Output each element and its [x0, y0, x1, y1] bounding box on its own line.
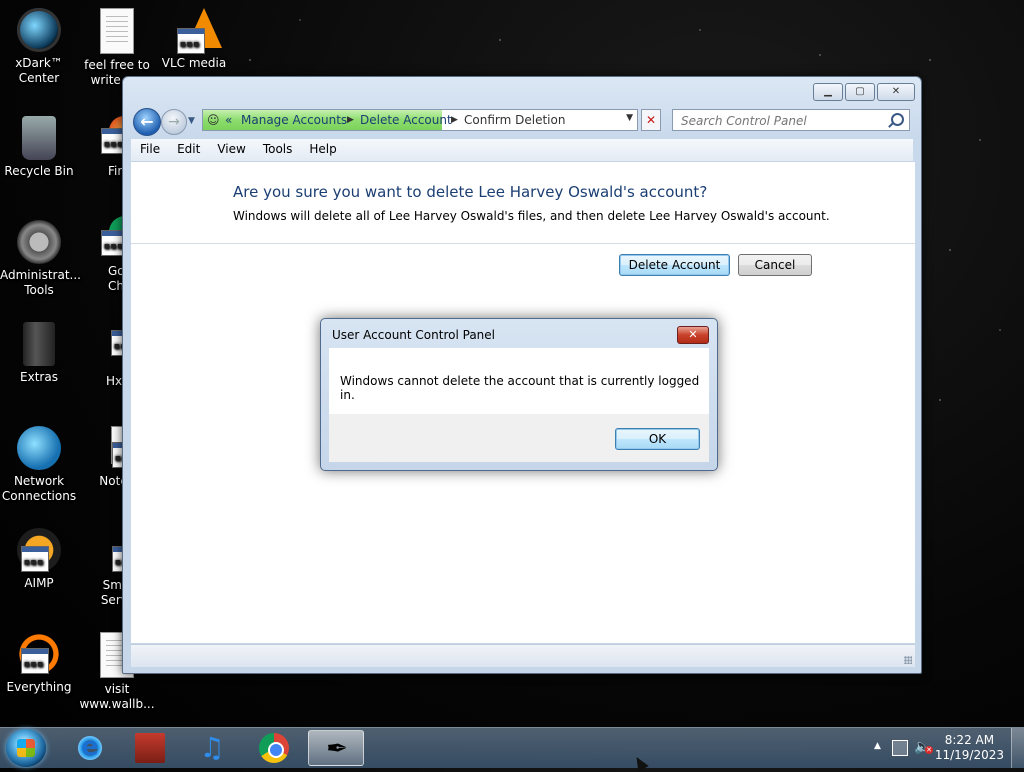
- clock-time: 8:22 AM: [944, 733, 995, 747]
- desktop-icon-label: xDark™ Center: [15, 56, 63, 85]
- ok-button[interactable]: OK: [615, 428, 700, 450]
- dialog-message: Windows cannot delete the account that i…: [340, 374, 700, 402]
- desktop-icon-label: Network Connections: [1, 474, 77, 503]
- desktop-icon-label: VLC media: [161, 56, 227, 70]
- network-globe-icon: [17, 426, 61, 470]
- start-button[interactable]: [6, 729, 46, 767]
- desktop-icon-extras[interactable]: Extras: [0, 322, 78, 385]
- desktop-icon-label: visit www.wallb...: [79, 682, 155, 711]
- back-button[interactable]: ←: [133, 108, 161, 136]
- recycle-bin-icon: [22, 116, 56, 160]
- delete-account-button[interactable]: Delete Account: [619, 254, 730, 276]
- breadcrumb-separator-icon[interactable]: ▶: [347, 115, 354, 125]
- forward-arrow-icon: →: [168, 114, 180, 130]
- taskbar-ink-app[interactable]: ✒: [308, 730, 364, 766]
- chrome-icon: [259, 733, 289, 763]
- everything-search-icon: [17, 632, 61, 676]
- breadcrumb-separator-icon[interactable]: ▶: [451, 115, 458, 125]
- recent-pages-button[interactable]: ▼: [188, 116, 195, 126]
- taskbar-internet-explorer[interactable]: e: [62, 730, 118, 766]
- desktop-icon-vlc[interactable]: VLC media: [155, 8, 233, 71]
- xdark-center-icon: [17, 8, 61, 52]
- desktop-icon-admin-tools[interactable]: Administrat... Tools: [0, 220, 81, 298]
- close-button[interactable]: ✕: [877, 83, 915, 101]
- gear-icon: [17, 220, 61, 264]
- address-dropdown-icon[interactable]: ▼: [626, 113, 633, 123]
- desktop-icon-network-connections[interactable]: Network Connections: [0, 426, 78, 504]
- breadcrumb-overflow[interactable]: «: [225, 113, 232, 127]
- maximize-button[interactable]: ▢: [845, 83, 875, 101]
- desktop-icon-everything[interactable]: Everything: [0, 632, 78, 695]
- stop-refresh-button[interactable]: ✕: [641, 109, 661, 131]
- breadcrumb-delete-account[interactable]: Delete Account: [360, 113, 452, 127]
- confirmation-description: Windows will delete all of Lee Harvey Os…: [233, 209, 830, 223]
- show-desktop-button[interactable]: [1011, 728, 1024, 768]
- desktop-icon-xdark-center[interactable]: xDark™ Center: [0, 8, 78, 86]
- error-dialog: User Account Control Panel ✕ Windows can…: [320, 318, 718, 471]
- dialog-close-button[interactable]: ✕: [677, 326, 709, 344]
- menu-view[interactable]: View: [208, 139, 253, 156]
- breadcrumb-confirm-deletion[interactable]: Confirm Deletion: [464, 113, 565, 127]
- menu-bar: File Edit View Tools Help: [131, 139, 913, 162]
- minimize-button[interactable]: ▁: [813, 83, 843, 101]
- dialog-title: User Account Control Panel: [332, 328, 495, 342]
- taskbar: e ♫ ✒ ▲ 🔈 ✕ 8:22 AM 11/19/2023: [0, 727, 1024, 768]
- taskbar-music-player[interactable]: ♫: [184, 730, 240, 766]
- desktop-icon-label: Everything: [6, 680, 72, 694]
- menu-file[interactable]: File: [131, 139, 168, 156]
- breadcrumb-manage-accounts[interactable]: Manage Accounts: [241, 113, 347, 127]
- desktop-icon-recycle-bin[interactable]: Recycle Bin: [0, 116, 78, 179]
- aimp-icon: [17, 528, 61, 572]
- clock[interactable]: 8:22 AM 11/19/2023: [935, 733, 1004, 763]
- status-bar: [131, 644, 915, 667]
- clock-date: 11/19/2023: [934, 748, 1004, 762]
- search-input[interactable]: [679, 113, 883, 129]
- desktop-icon-label: Administrat... Tools: [0, 268, 81, 297]
- taskbar-media-app[interactable]: [122, 730, 178, 766]
- forward-button[interactable]: →: [161, 109, 187, 135]
- back-arrow-icon: ←: [140, 112, 154, 131]
- navigation-bar: ← → ▼ ☺ « Manage Accounts ▶ Delete Accou…: [131, 107, 913, 136]
- address-bar[interactable]: ☺ « Manage Accounts ▶ Delete Account ▶ C…: [202, 109, 638, 131]
- desktop-icon-label: Extras: [20, 370, 58, 384]
- window-caption-buttons: ▁ ▢ ✕: [813, 83, 915, 101]
- system-tray: ▲ 🔈 ✕ 8:22 AM 11/19/2023: [864, 728, 1024, 768]
- desktop-icon-label: AIMP: [24, 576, 54, 590]
- close-icon: ✕: [645, 113, 657, 127]
- desktop-icon-aimp[interactable]: AIMP: [0, 528, 78, 591]
- dialog-body: Windows cannot delete the account that i…: [329, 348, 709, 414]
- cancel-button[interactable]: Cancel: [738, 254, 812, 276]
- desktop-icon-label: Recycle Bin: [4, 164, 74, 178]
- network-icon[interactable]: [892, 740, 908, 756]
- show-hidden-icons-button[interactable]: ▲: [874, 741, 881, 751]
- mute-indicator-icon: ✕: [925, 746, 933, 754]
- menu-help[interactable]: Help: [300, 139, 344, 156]
- internet-explorer-icon: e: [75, 733, 105, 763]
- user-avatar-icon: ☺: [207, 113, 220, 127]
- media-library-icon: [135, 733, 165, 763]
- search-icon[interactable]: [891, 113, 904, 126]
- search-box[interactable]: [672, 109, 910, 131]
- menu-tools[interactable]: Tools: [254, 139, 301, 156]
- close-icon: ✕: [688, 328, 698, 341]
- text-document-icon: [100, 8, 134, 54]
- ink-pen-icon: ✒: [326, 734, 348, 764]
- folder-icon: [23, 322, 55, 366]
- dialog-footer: OK: [329, 414, 709, 462]
- menu-edit[interactable]: Edit: [168, 139, 208, 156]
- divider: [131, 243, 915, 244]
- confirmation-heading: Are you sure you want to delete Lee Harv…: [233, 183, 708, 201]
- vlc-cone-icon: [172, 8, 222, 54]
- music-note-icon: ♫: [199, 731, 225, 764]
- resize-grip-icon[interactable]: [904, 656, 912, 664]
- taskbar-google-chrome[interactable]: [246, 730, 302, 766]
